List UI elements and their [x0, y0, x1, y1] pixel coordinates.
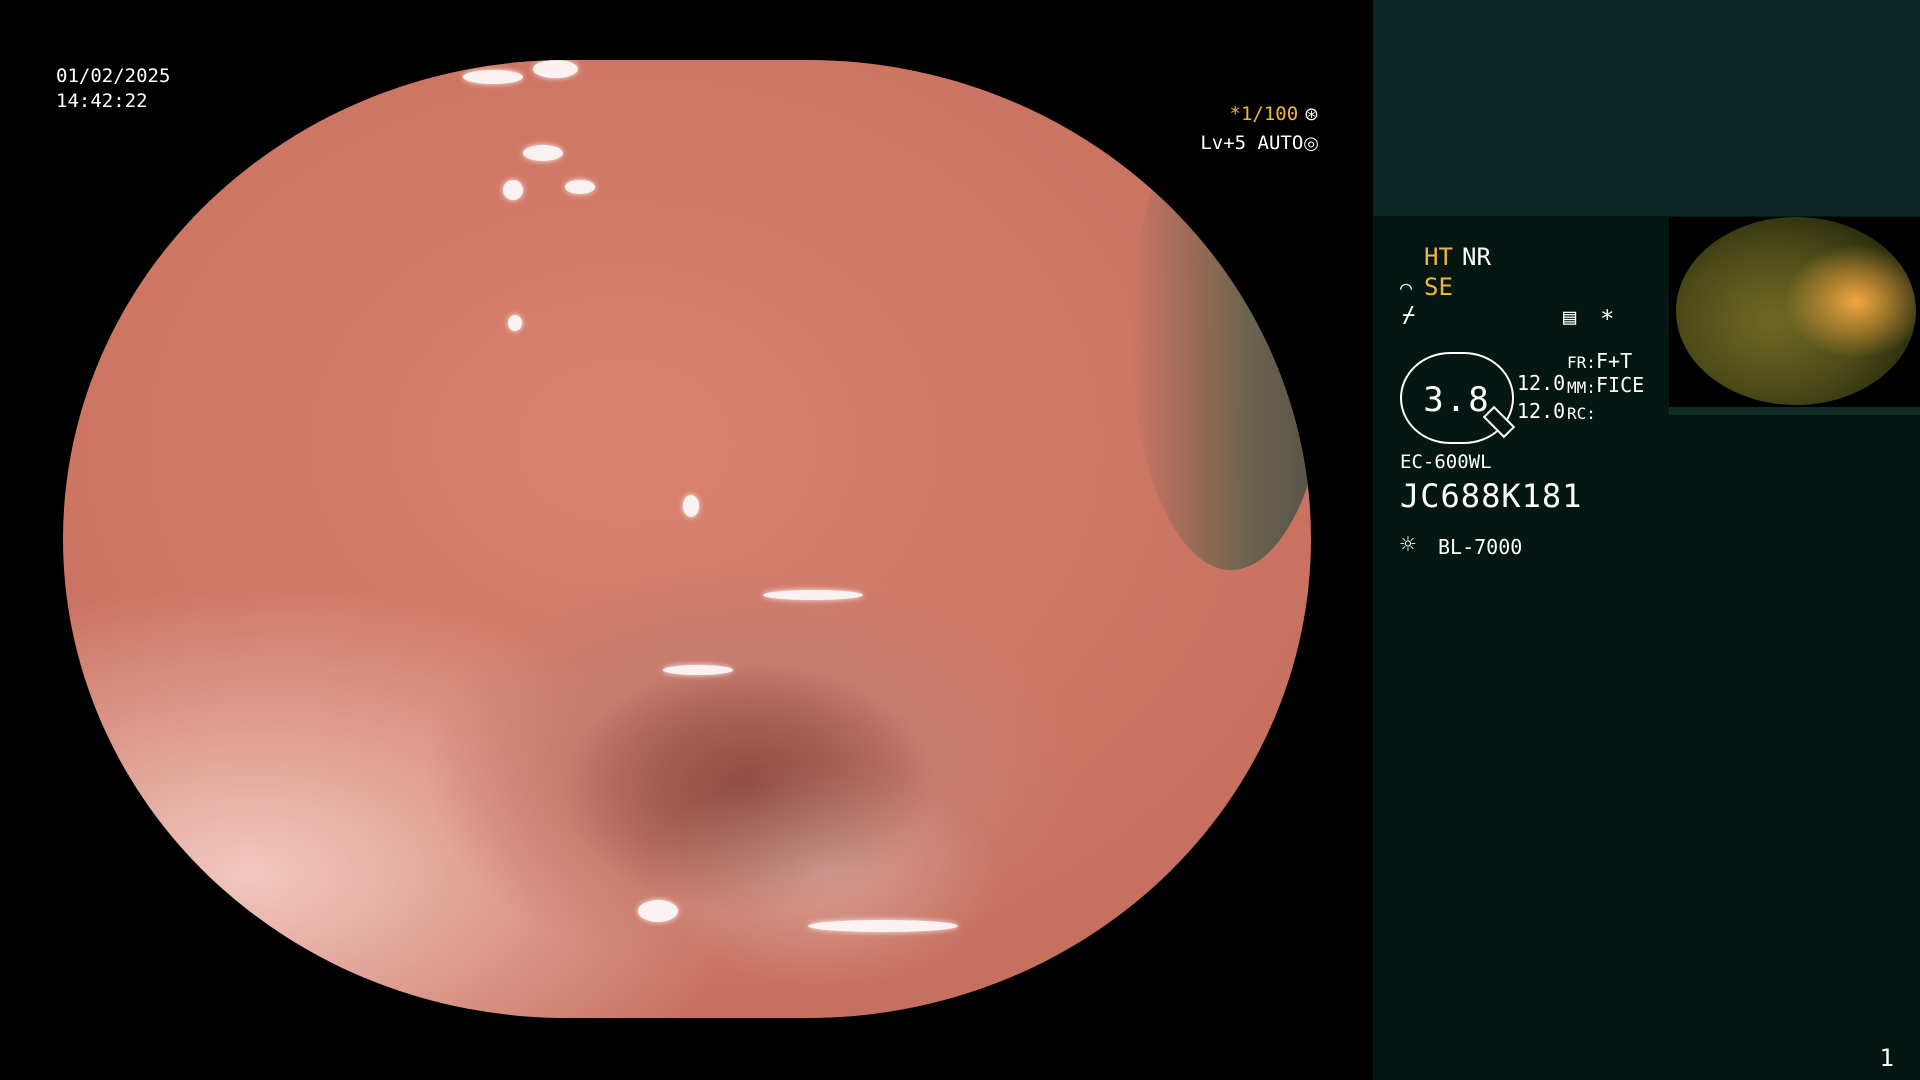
thumbnail-image: [1669, 217, 1920, 415]
rc-label: RC:: [1567, 404, 1596, 423]
specular-highlight: [503, 180, 523, 200]
se-indicator: SE: [1424, 273, 1453, 301]
asterisk-icon: *: [1600, 305, 1615, 333]
specular-highlight: [663, 665, 733, 675]
specular-highlight: [508, 315, 522, 331]
fr-value-1: 12.0: [1517, 371, 1566, 395]
nr-indicator: NR: [1462, 243, 1491, 271]
endoscope-main-view: 01/02/2025 14:42:22 *1/100 ⊛ Lv+5 AUTO◎: [0, 0, 1373, 1080]
thumbnail-view: [1676, 217, 1916, 405]
mucosal-fold: [1131, 100, 1311, 570]
page-number: 1: [1879, 1044, 1894, 1072]
zoom-gauge: 3.8: [1400, 352, 1516, 444]
thumbnail-bar: [1669, 407, 1920, 415]
specular-highlight: [763, 590, 863, 600]
timestamp: 01/02/2025 14:42:22: [56, 64, 170, 114]
specular-highlight: [638, 900, 678, 922]
aperture-icon: ◎: [1303, 133, 1319, 154]
specular-highlight: [463, 70, 523, 84]
color-mode-icon: ⌿: [1402, 303, 1416, 328]
settings-list-icon: ▤: [1563, 305, 1577, 330]
mm-label: MM:: [1567, 378, 1596, 397]
brightness-level: Lv+5 AUTO: [1200, 132, 1304, 154]
time-text: 14:42:22: [56, 90, 148, 112]
mm-val: FICE: [1596, 373, 1645, 397]
fr-value-2: 12.0: [1517, 399, 1566, 423]
ht-indicator: HT: [1424, 243, 1453, 271]
specular-highlight: [523, 145, 563, 161]
structure-icon: ⌒: [1400, 275, 1413, 299]
specular-highlight: [565, 180, 595, 194]
iris-icon: ⊛: [1298, 104, 1319, 125]
specular-highlight: [683, 495, 699, 517]
date-text: 01/02/2025: [56, 65, 171, 87]
light-source-icon: ☼: [1400, 530, 1416, 560]
endoscopic-image: [63, 60, 1311, 1018]
shutter-speed: *1/100: [1229, 103, 1299, 125]
fr-val: F+T: [1596, 349, 1633, 373]
scope-serial: JC688K181: [1400, 477, 1583, 515]
exposure-info: *1/100 ⊛ Lv+5 AUTO◎: [1200, 100, 1319, 158]
specular-highlight: [533, 60, 578, 78]
light-source: BL-7000: [1438, 535, 1523, 559]
specular-highlight: [808, 920, 958, 932]
fr-label: FR:: [1567, 353, 1596, 372]
side-top-band: [1373, 0, 1920, 216]
scope-model: EC-600WL: [1400, 451, 1492, 473]
